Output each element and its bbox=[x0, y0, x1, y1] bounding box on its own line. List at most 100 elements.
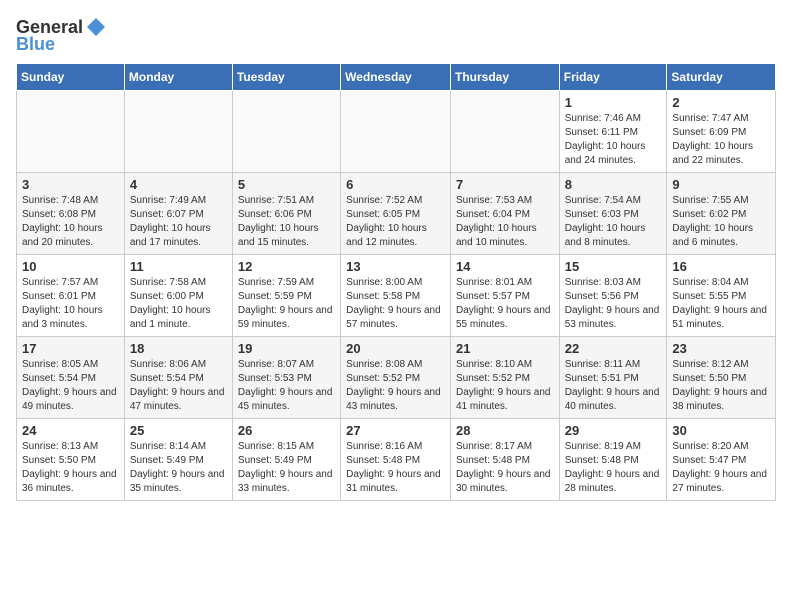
day-info: Sunrise: 8:07 AM Sunset: 5:53 PM Dayligh… bbox=[238, 358, 335, 414]
calendar-cell: 27 Sunrise: 8:16 AM Sunset: 5:48 PM Dayli… bbox=[341, 419, 451, 501]
day-number: 28 bbox=[456, 423, 554, 438]
day-info: Sunrise: 8:04 AM Sunset: 5:55 PM Dayligh… bbox=[672, 276, 770, 332]
calendar-cell: 29 Sunrise: 8:19 AM Sunset: 5:48 PM Dayli… bbox=[559, 419, 667, 501]
day-info: Sunrise: 7:59 AM Sunset: 5:59 PM Dayligh… bbox=[238, 276, 335, 332]
day-info: Sunrise: 8:14 AM Sunset: 5:49 PM Dayligh… bbox=[130, 440, 227, 496]
day-number: 7 bbox=[456, 177, 554, 192]
day-number: 12 bbox=[238, 259, 335, 274]
day-number: 13 bbox=[346, 259, 445, 274]
day-info: Sunrise: 7:53 AM Sunset: 6:04 PM Dayligh… bbox=[456, 194, 554, 250]
calendar-cell: 28 Sunrise: 8:17 AM Sunset: 5:48 PM Dayli… bbox=[450, 419, 559, 501]
day-number: 6 bbox=[346, 177, 445, 192]
day-info: Sunrise: 8:17 AM Sunset: 5:48 PM Dayligh… bbox=[456, 440, 554, 496]
calendar: SundayMondayTuesdayWednesdayThursdayFrid… bbox=[16, 63, 776, 501]
week-row-5: 24 Sunrise: 8:13 AM Sunset: 5:50 PM Dayli… bbox=[17, 419, 776, 501]
weekday-header-wednesday: Wednesday bbox=[341, 64, 451, 91]
calendar-cell: 8 Sunrise: 7:54 AM Sunset: 6:03 PM Daylig… bbox=[559, 173, 667, 255]
calendar-cell: 7 Sunrise: 7:53 AM Sunset: 6:04 PM Daylig… bbox=[450, 173, 559, 255]
calendar-cell bbox=[232, 91, 340, 173]
calendar-cell: 4Sunrise: 7:49 AM Sunset: 6:07 PM Daylig… bbox=[124, 173, 232, 255]
calendar-cell: 23 Sunrise: 8:12 AM Sunset: 5:50 PM Dayli… bbox=[667, 337, 776, 419]
day-number: 29 bbox=[565, 423, 662, 438]
header: General Blue bbox=[16, 16, 776, 55]
weekday-header-row: SundayMondayTuesdayWednesdayThursdayFrid… bbox=[17, 64, 776, 91]
day-info: Sunrise: 7:57 AM Sunset: 6:01 PM Dayligh… bbox=[22, 276, 119, 332]
calendar-cell: 1 Sunrise: 7:46 AM Sunset: 6:11 PM Daylig… bbox=[559, 91, 667, 173]
day-number: 19 bbox=[238, 341, 335, 356]
logo-flag-icon bbox=[85, 16, 107, 38]
calendar-cell: 17 Sunrise: 8:05 AM Sunset: 5:54 PM Dayli… bbox=[17, 337, 125, 419]
calendar-cell: 5Sunrise: 7:51 AM Sunset: 6:06 PM Daylig… bbox=[232, 173, 340, 255]
calendar-cell: 22Sunrise: 8:11 AM Sunset: 5:51 PM Dayli… bbox=[559, 337, 667, 419]
day-number: 3 bbox=[22, 177, 119, 192]
weekday-header-tuesday: Tuesday bbox=[232, 64, 340, 91]
calendar-cell: 3 Sunrise: 7:48 AM Sunset: 6:08 PM Daylig… bbox=[17, 173, 125, 255]
day-number: 26 bbox=[238, 423, 335, 438]
day-info: Sunrise: 8:06 AM Sunset: 5:54 PM Dayligh… bbox=[130, 358, 227, 414]
calendar-cell bbox=[17, 91, 125, 173]
day-number: 10 bbox=[22, 259, 119, 274]
day-info: Sunrise: 8:16 AM Sunset: 5:48 PM Dayligh… bbox=[346, 440, 445, 496]
calendar-cell bbox=[450, 91, 559, 173]
calendar-cell: 10 Sunrise: 7:57 AM Sunset: 6:01 PM Dayli… bbox=[17, 255, 125, 337]
day-info: Sunrise: 7:47 AM Sunset: 6:09 PM Dayligh… bbox=[672, 112, 770, 168]
day-number: 23 bbox=[672, 341, 770, 356]
day-info: Sunrise: 7:55 AM Sunset: 6:02 PM Dayligh… bbox=[672, 194, 770, 250]
weekday-header-sunday: Sunday bbox=[17, 64, 125, 91]
day-number: 9 bbox=[672, 177, 770, 192]
day-info: Sunrise: 8:12 AM Sunset: 5:50 PM Dayligh… bbox=[672, 358, 770, 414]
calendar-cell bbox=[124, 91, 232, 173]
day-info: Sunrise: 7:54 AM Sunset: 6:03 PM Dayligh… bbox=[565, 194, 662, 250]
day-number: 8 bbox=[565, 177, 662, 192]
calendar-cell: 21Sunrise: 8:10 AM Sunset: 5:52 PM Dayli… bbox=[450, 337, 559, 419]
day-number: 25 bbox=[130, 423, 227, 438]
calendar-cell bbox=[341, 91, 451, 173]
day-info: Sunrise: 7:49 AM Sunset: 6:07 PM Dayligh… bbox=[130, 194, 227, 250]
day-number: 15 bbox=[565, 259, 662, 274]
week-row-1: 1 Sunrise: 7:46 AM Sunset: 6:11 PM Daylig… bbox=[17, 91, 776, 173]
day-info: Sunrise: 7:48 AM Sunset: 6:08 PM Dayligh… bbox=[22, 194, 119, 250]
weekday-header-saturday: Saturday bbox=[667, 64, 776, 91]
day-info: Sunrise: 8:10 AM Sunset: 5:52 PM Dayligh… bbox=[456, 358, 554, 414]
calendar-cell: 26Sunrise: 8:15 AM Sunset: 5:49 PM Dayli… bbox=[232, 419, 340, 501]
calendar-cell: 16 Sunrise: 8:04 AM Sunset: 5:55 PM Dayli… bbox=[667, 255, 776, 337]
day-info: Sunrise: 7:46 AM Sunset: 6:11 PM Dayligh… bbox=[565, 112, 662, 168]
calendar-cell: 30 Sunrise: 8:20 AM Sunset: 5:47 PM Dayli… bbox=[667, 419, 776, 501]
logo: General Blue bbox=[16, 16, 107, 55]
week-row-3: 10 Sunrise: 7:57 AM Sunset: 6:01 PM Dayli… bbox=[17, 255, 776, 337]
weekday-header-monday: Monday bbox=[124, 64, 232, 91]
day-info: Sunrise: 7:51 AM Sunset: 6:06 PM Dayligh… bbox=[238, 194, 335, 250]
day-number: 30 bbox=[672, 423, 770, 438]
day-info: Sunrise: 8:00 AM Sunset: 5:58 PM Dayligh… bbox=[346, 276, 445, 332]
weekday-header-thursday: Thursday bbox=[450, 64, 559, 91]
day-info: Sunrise: 8:05 AM Sunset: 5:54 PM Dayligh… bbox=[22, 358, 119, 414]
calendar-cell: 25 Sunrise: 8:14 AM Sunset: 5:49 PM Dayli… bbox=[124, 419, 232, 501]
day-info: Sunrise: 7:58 AM Sunset: 6:00 PM Dayligh… bbox=[130, 276, 227, 332]
calendar-cell: 13 Sunrise: 8:00 AM Sunset: 5:58 PM Dayli… bbox=[341, 255, 451, 337]
day-info: Sunrise: 8:19 AM Sunset: 5:48 PM Dayligh… bbox=[565, 440, 662, 496]
week-row-4: 17 Sunrise: 8:05 AM Sunset: 5:54 PM Dayli… bbox=[17, 337, 776, 419]
day-info: Sunrise: 8:20 AM Sunset: 5:47 PM Dayligh… bbox=[672, 440, 770, 496]
day-number: 16 bbox=[672, 259, 770, 274]
day-info: Sunrise: 7:52 AM Sunset: 6:05 PM Dayligh… bbox=[346, 194, 445, 250]
day-number: 20 bbox=[346, 341, 445, 356]
day-info: Sunrise: 8:01 AM Sunset: 5:57 PM Dayligh… bbox=[456, 276, 554, 332]
day-info: Sunrise: 8:03 AM Sunset: 5:56 PM Dayligh… bbox=[565, 276, 662, 332]
week-row-2: 3 Sunrise: 7:48 AM Sunset: 6:08 PM Daylig… bbox=[17, 173, 776, 255]
calendar-cell: 11 Sunrise: 7:58 AM Sunset: 6:00 PM Dayli… bbox=[124, 255, 232, 337]
calendar-cell: 24 Sunrise: 8:13 AM Sunset: 5:50 PM Dayli… bbox=[17, 419, 125, 501]
calendar-cell: 20Sunrise: 8:08 AM Sunset: 5:52 PM Dayli… bbox=[341, 337, 451, 419]
day-number: 1 bbox=[565, 95, 662, 110]
day-number: 11 bbox=[130, 259, 227, 274]
calendar-cell: 2 Sunrise: 7:47 AM Sunset: 6:09 PM Daylig… bbox=[667, 91, 776, 173]
day-info: Sunrise: 8:13 AM Sunset: 5:50 PM Dayligh… bbox=[22, 440, 119, 496]
day-number: 24 bbox=[22, 423, 119, 438]
calendar-cell: 6 Sunrise: 7:52 AM Sunset: 6:05 PM Daylig… bbox=[341, 173, 451, 255]
day-number: 2 bbox=[672, 95, 770, 110]
day-number: 18 bbox=[130, 341, 227, 356]
day-number: 27 bbox=[346, 423, 445, 438]
calendar-cell: 15 Sunrise: 8:03 AM Sunset: 5:56 PM Dayli… bbox=[559, 255, 667, 337]
day-number: 17 bbox=[22, 341, 119, 356]
calendar-cell: 9 Sunrise: 7:55 AM Sunset: 6:02 PM Daylig… bbox=[667, 173, 776, 255]
day-info: Sunrise: 8:11 AM Sunset: 5:51 PM Dayligh… bbox=[565, 358, 662, 414]
